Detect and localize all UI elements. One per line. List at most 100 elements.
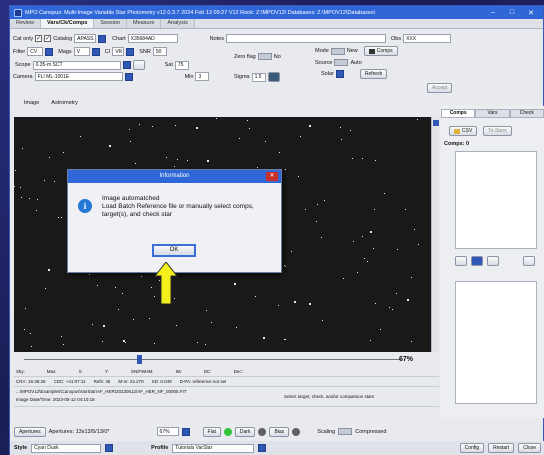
close-button[interactable]: Close bbox=[518, 443, 541, 453]
maximize-button[interactable]: □ bbox=[504, 9, 520, 16]
obs-label: Obs bbox=[390, 35, 402, 42]
star-dot bbox=[248, 128, 250, 130]
tab-vars[interactable]: Vars bbox=[475, 109, 510, 118]
catalog-label: Catalog bbox=[53, 35, 73, 42]
obs-field[interactable]: XXX bbox=[403, 34, 452, 43]
star-dot bbox=[21, 148, 23, 150]
main-tabs: Review Vars/Ck/Comps Session Measure Ana… bbox=[10, 19, 543, 29]
scroll-up-icon[interactable] bbox=[433, 120, 439, 126]
tab-vars-ck-comps[interactable]: Vars/Ck/Comps bbox=[41, 19, 95, 28]
profile-select[interactable]: Tutorials VarStar bbox=[172, 443, 255, 453]
mags-select[interactable]: V bbox=[73, 47, 90, 56]
star-dot bbox=[177, 158, 178, 160]
remove-comp-icon[interactable] bbox=[455, 256, 467, 266]
star-dot bbox=[92, 323, 94, 325]
star-dot bbox=[340, 138, 342, 140]
comp-details-list[interactable] bbox=[455, 281, 537, 404]
sat-field[interactable]: 75 bbox=[174, 60, 189, 70]
mags-label: Mags bbox=[58, 48, 72, 55]
star-dot bbox=[361, 158, 363, 160]
star-dot bbox=[238, 138, 240, 140]
mags-dropdown-icon[interactable] bbox=[91, 47, 100, 56]
mode-toggle[interactable] bbox=[330, 47, 345, 55]
scope-select[interactable]: 0.35-m SCT bbox=[32, 60, 121, 70]
tab-astrometry[interactable]: Astrometry bbox=[51, 100, 78, 106]
add-comp-icon[interactable] bbox=[471, 256, 483, 266]
style-dropdown-icon[interactable] bbox=[105, 444, 114, 452]
status-refs: Refs: 46 bbox=[93, 379, 111, 384]
tab-session[interactable]: Session bbox=[94, 19, 127, 28]
ci-select[interactable]: VR bbox=[112, 47, 125, 56]
zoom-percent: 67% bbox=[399, 356, 414, 363]
profile-dropdown-icon[interactable] bbox=[258, 444, 267, 452]
zoom-dropdown-icon[interactable] bbox=[181, 427, 190, 436]
move-comp-icon[interactable] bbox=[487, 256, 499, 266]
refresh-button[interactable]: Refresh bbox=[359, 69, 388, 79]
bias-button[interactable]: Bias bbox=[269, 426, 290, 437]
image-vertical-scrollbar[interactable] bbox=[431, 117, 439, 352]
apertures-button[interactable]: Apertures bbox=[14, 426, 46, 437]
zero-flag-toggle[interactable] bbox=[257, 53, 272, 60]
dialog-message: Image automatched Load Batch Reference f… bbox=[102, 195, 254, 218]
sigma-apply-icon[interactable] bbox=[267, 72, 280, 82]
star-dot bbox=[285, 169, 286, 171]
tab-comps[interactable]: Comps bbox=[441, 109, 476, 118]
min-label: Min bbox=[184, 73, 194, 80]
comps-list[interactable] bbox=[455, 151, 537, 249]
zoom-select[interactable]: 67% bbox=[156, 427, 179, 436]
scaling-toggle[interactable] bbox=[338, 428, 353, 435]
style-select[interactable]: Cyan Dusk bbox=[31, 443, 102, 453]
zoom-slider[interactable] bbox=[14, 355, 431, 364]
sigma-field[interactable]: 1.5 bbox=[251, 72, 266, 82]
csv-button[interactable]: CSV bbox=[449, 126, 478, 136]
star-dot bbox=[369, 339, 371, 341]
star-dot bbox=[352, 240, 354, 242]
status-y: Y: bbox=[104, 369, 109, 374]
solar-dropdown-icon[interactable] bbox=[335, 70, 344, 78]
star-dot bbox=[195, 126, 198, 129]
tab-check[interactable]: Check bbox=[509, 109, 544, 118]
filter-dropdown-icon[interactable] bbox=[45, 47, 54, 56]
minimize-button[interactable]: – bbox=[485, 9, 501, 16]
edit-comp-icon[interactable] bbox=[523, 256, 535, 266]
ok-button[interactable]: OK bbox=[152, 244, 196, 257]
tab-image[interactable]: Image bbox=[24, 100, 39, 106]
tab-measure[interactable]: Measure bbox=[126, 19, 162, 28]
config-button[interactable]: Config bbox=[459, 443, 485, 453]
zoom-slider-knob[interactable] bbox=[137, 355, 142, 364]
notes-field[interactable] bbox=[225, 34, 386, 43]
star-dot bbox=[299, 135, 301, 137]
tab-review[interactable]: Review bbox=[10, 19, 42, 28]
star-dot bbox=[166, 157, 168, 159]
scope-edit-icon[interactable] bbox=[132, 60, 145, 70]
ci-dropdown-icon[interactable] bbox=[126, 47, 135, 56]
star-dot bbox=[414, 229, 416, 231]
close-window-button[interactable]: ✕ bbox=[523, 9, 539, 17]
chart-field[interactable]: X35684AD bbox=[127, 34, 178, 43]
cat-only-checkbox[interactable]: ✓ bbox=[35, 35, 43, 42]
camera-select[interactable]: FLI ML-1001E bbox=[34, 72, 123, 81]
star-dot bbox=[206, 310, 208, 312]
catalog-select[interactable]: APASS bbox=[74, 34, 97, 43]
status-sd: SD: 0.049 bbox=[151, 379, 172, 384]
snr-field[interactable]: 50 bbox=[152, 47, 167, 56]
camera-dropdown-icon[interactable] bbox=[124, 72, 133, 81]
csv-icon bbox=[454, 128, 460, 134]
dialog-close-button[interactable]: ✕ bbox=[266, 172, 278, 181]
comps-button[interactable]: Comps bbox=[363, 46, 398, 56]
flat-button[interactable]: Flat bbox=[202, 426, 221, 437]
scope-dropdown-icon[interactable] bbox=[122, 61, 131, 69]
restart-button[interactable]: Restart bbox=[488, 443, 515, 453]
dark-button[interactable]: Dark bbox=[234, 426, 256, 437]
catalog-dropdown-icon[interactable] bbox=[98, 34, 107, 43]
to-stars-button[interactable]: To Stars bbox=[483, 126, 512, 136]
filter-select[interactable]: CV bbox=[27, 47, 44, 56]
min-field[interactable]: 3 bbox=[195, 72, 210, 81]
status-im: IM: bbox=[175, 369, 182, 374]
star-dot bbox=[308, 124, 311, 127]
accept-button[interactable]: Accept bbox=[427, 83, 453, 93]
tab-analysis[interactable]: Analysis bbox=[161, 19, 195, 28]
star-dot bbox=[264, 140, 266, 142]
source-toggle[interactable] bbox=[334, 59, 349, 66]
catalog-checkbox[interactable]: ✓ bbox=[44, 35, 52, 42]
